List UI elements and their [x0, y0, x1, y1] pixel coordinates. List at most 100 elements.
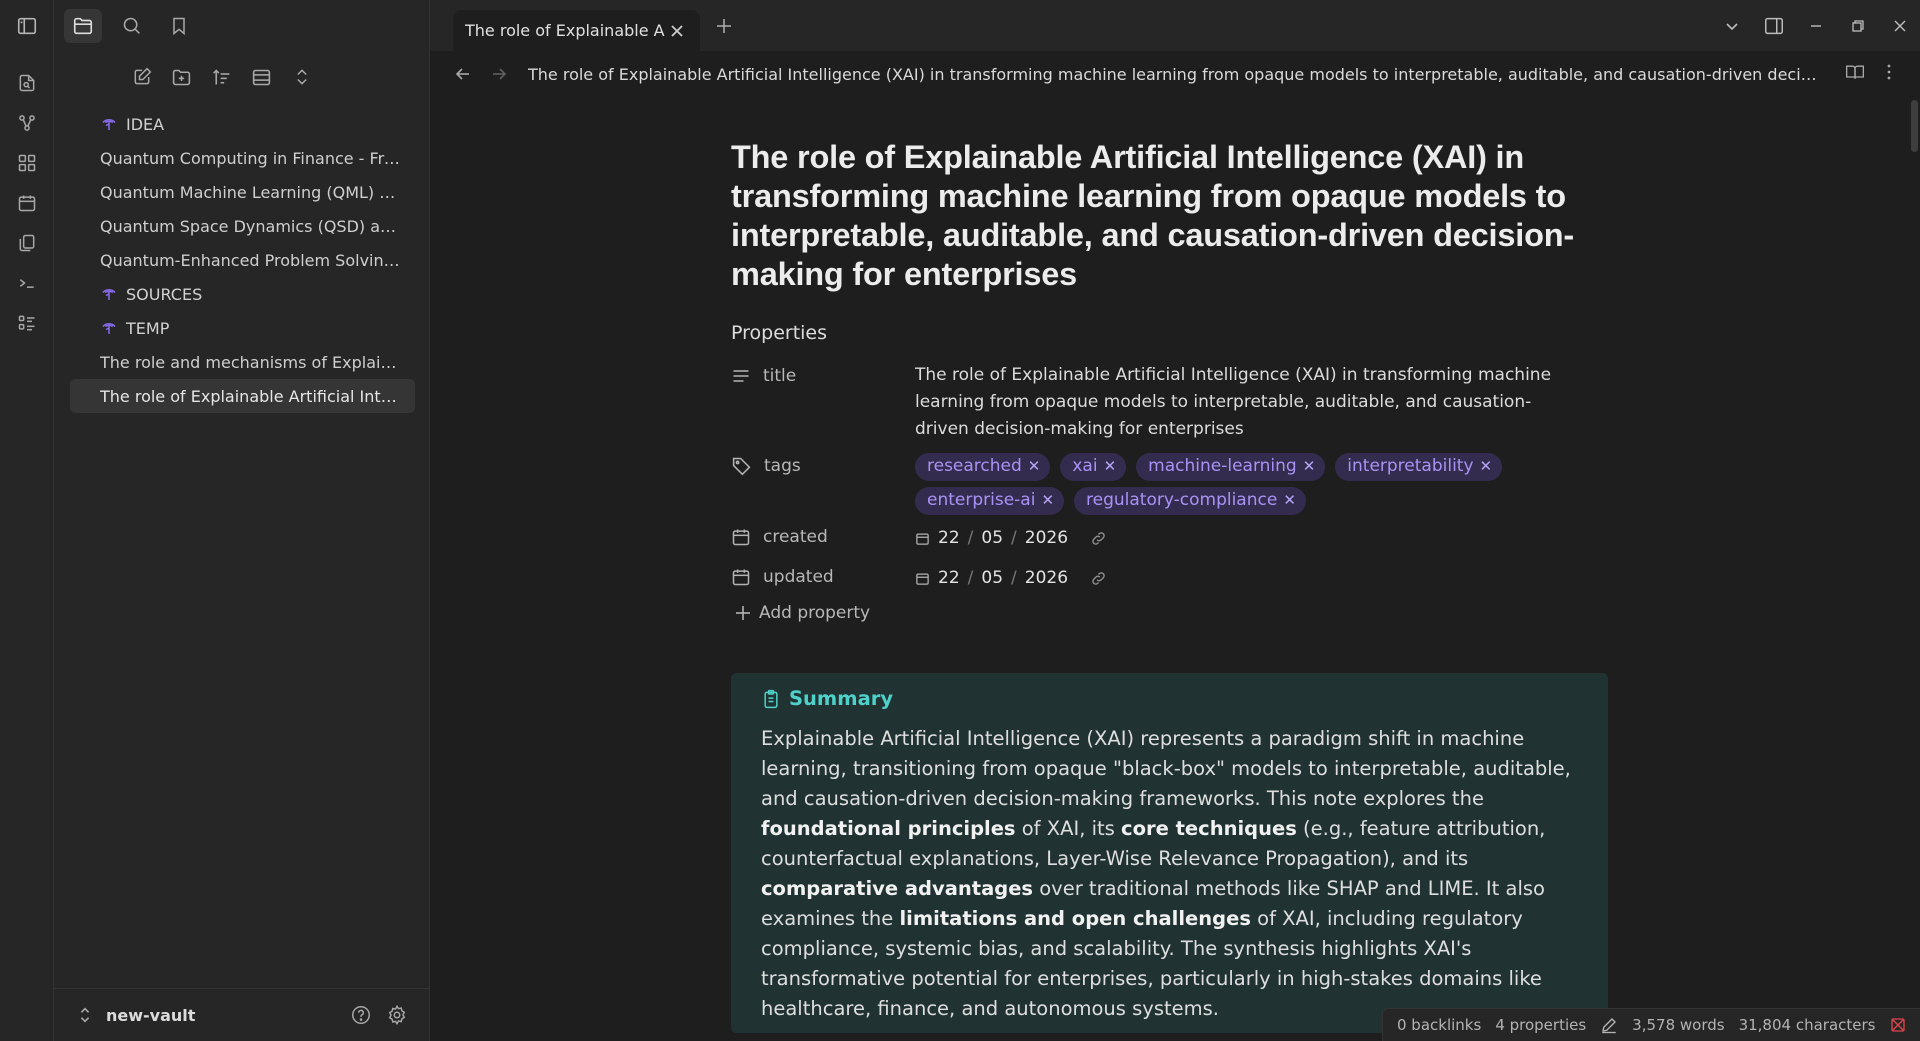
summary-callout[interactable]: Summary Explainable Artificial Intellige… [731, 673, 1608, 1033]
graph-view-button[interactable] [9, 105, 45, 141]
tab-search[interactable] [112, 9, 150, 43]
tag-remove-icon[interactable]: ✕ [1283, 487, 1296, 514]
tag-pill[interactable]: regulatory-compliance ✕ [1074, 487, 1306, 515]
status-character-count[interactable]: 31,804 characters [1739, 1016, 1876, 1034]
reading-view-button[interactable] [1842, 59, 1868, 85]
vault-switcher[interactable]: new-vault [78, 1006, 341, 1025]
tag-pill[interactable]: interpretability ✕ [1335, 453, 1503, 481]
tab-close-button[interactable] [666, 20, 688, 42]
close-window-button[interactable] [1880, 6, 1920, 46]
tree-file[interactable]: Quantum Computing in Finance - Fro... [70, 141, 415, 175]
property-title-value[interactable]: The role of Explainable Artificial Intel… [915, 358, 1565, 443]
tree-folder[interactable]: IDEA [70, 107, 415, 141]
body-text: Explainable Artificial Intelligence (XAI… [761, 727, 1571, 810]
new-folder-button[interactable] [167, 62, 197, 92]
tag-remove-icon[interactable]: ✕ [1104, 453, 1117, 480]
minimize-button[interactable] [1796, 6, 1836, 46]
canvas-button[interactable] [9, 145, 45, 181]
folder-icon [100, 115, 118, 133]
arrow-left-icon [455, 68, 469, 80]
date-day: 22 [938, 568, 960, 588]
file-tree: IDEA Quantum Computing in Finance - Fro..… [54, 103, 429, 413]
tree-file[interactable]: Quantum-Enhanced Problem Solving (... [70, 243, 415, 277]
tag-label: xai [1072, 456, 1098, 476]
tag-remove-icon[interactable]: ✕ [1041, 487, 1054, 514]
sidebar-toggle-button[interactable] [0, 0, 53, 51]
body-text: of XAI, its [1015, 817, 1122, 840]
date-field[interactable]: 22 / 05 / 2026 [915, 563, 1107, 592]
tree-folder[interactable]: SOURCES [70, 277, 415, 311]
tree-file[interactable]: Quantum Space Dynamics (QSD) as a ... [70, 209, 415, 243]
tag-remove-icon[interactable]: ✕ [1480, 453, 1493, 480]
properties-heading[interactable]: Properties [731, 322, 1608, 344]
tree-folder[interactable]: TEMP [70, 311, 415, 345]
plus-icon [717, 19, 731, 33]
command-palette-button[interactable] [9, 265, 45, 301]
plus-icon [736, 606, 750, 620]
new-note-button[interactable] [127, 62, 157, 92]
calendar-icon [732, 569, 750, 586]
daily-note-button[interactable] [9, 185, 45, 221]
editing-mode-button[interactable] [1600, 1016, 1618, 1034]
tag-label: enterprise-ai [927, 490, 1036, 510]
date-separator: / [1011, 528, 1017, 548]
tree-file-label: Quantum-Enhanced Problem Solving (... [100, 250, 403, 270]
tag-pill[interactable]: enterprise-ai ✕ [915, 487, 1065, 515]
note-title-breadcrumb[interactable]: The role of Explainable Artificial Intel… [528, 65, 1824, 84]
property-key[interactable]: updated [731, 559, 915, 587]
status-backlinks[interactable]: 0 backlinks [1397, 1016, 1481, 1034]
open-quick-switcher-button[interactable] [9, 65, 45, 101]
tree-file[interactable]: Quantum Machine Learning (QML) as ... [70, 175, 415, 209]
new-tab-button[interactable] [712, 14, 736, 38]
bookmark-icon [173, 17, 185, 35]
collapse-all-button[interactable] [287, 62, 317, 92]
tab-bookmarks[interactable] [160, 9, 198, 43]
property-key-label: updated [763, 567, 834, 587]
property-key[interactable]: tags [731, 447, 915, 476]
link-icon[interactable] [1090, 570, 1107, 587]
edit-icon [134, 67, 151, 85]
callout-body: Explainable Artificial Intelligence (XAI… [761, 724, 1601, 1024]
editor-scrollbar[interactable] [1911, 100, 1918, 152]
tab-files[interactable] [64, 8, 102, 43]
restore-button[interactable] [1838, 6, 1878, 46]
settings-button[interactable] [381, 999, 413, 1031]
inline-title[interactable]: The role of Explainable Artificial Intel… [731, 138, 1608, 294]
date-field[interactable]: 22 / 05 / 2026 [915, 523, 1107, 552]
date-separator: / [1011, 568, 1017, 588]
sort-button[interactable] [207, 62, 237, 92]
property-key[interactable]: title [731, 358, 915, 386]
tag-remove-icon[interactable]: ✕ [1303, 453, 1316, 480]
add-property-button[interactable]: Add property [731, 603, 1608, 623]
templates-button[interactable] [9, 225, 45, 261]
tag-pill[interactable]: machine-learning ✕ [1136, 453, 1326, 481]
tree-file[interactable]: The role of Explainable Artificial Intel… [70, 379, 415, 413]
tree-file-label: The role of Explainable Artificial Intel… [100, 386, 403, 406]
outline-button[interactable] [9, 305, 45, 341]
more-options-button[interactable] [1876, 59, 1902, 85]
tree-file-label: The role and mechanisms of Explaina... [100, 352, 403, 372]
status-word-count[interactable]: 3,578 words [1632, 1016, 1724, 1034]
restore-icon [1852, 19, 1864, 32]
navigate-forward-button[interactable] [486, 61, 512, 87]
navigate-back-button[interactable] [450, 61, 476, 87]
auto-reveal-button[interactable] [247, 62, 277, 92]
tab-list-button[interactable] [1712, 6, 1752, 46]
tag-pill[interactable]: xai ✕ [1060, 453, 1127, 481]
link-icon[interactable] [1090, 530, 1107, 547]
tag-remove-icon[interactable]: ✕ [1028, 453, 1041, 480]
tag-pill[interactable]: researched ✕ [915, 453, 1051, 481]
right-sidebar-toggle-button[interactable] [1754, 6, 1794, 46]
property-key[interactable]: created [731, 519, 915, 547]
property-created-value[interactable]: 22 / 05 / 2026 [915, 519, 1608, 555]
bold-text: limitations and open challenges [899, 907, 1251, 930]
date-separator: / [967, 528, 974, 548]
property-updated-value[interactable]: 22 / 05 / 2026 [915, 559, 1608, 595]
status-properties[interactable]: 4 properties [1495, 1016, 1586, 1034]
tree-file[interactable]: The role and mechanisms of Explaina... [70, 345, 415, 379]
chevron-updown-icon [80, 1007, 90, 1023]
calendar-small-icon [916, 533, 929, 545]
help-button[interactable] [345, 999, 377, 1031]
tab-active-note[interactable]: The role of Explainable A... [453, 10, 700, 51]
sync-error-button[interactable] [1889, 1016, 1907, 1034]
